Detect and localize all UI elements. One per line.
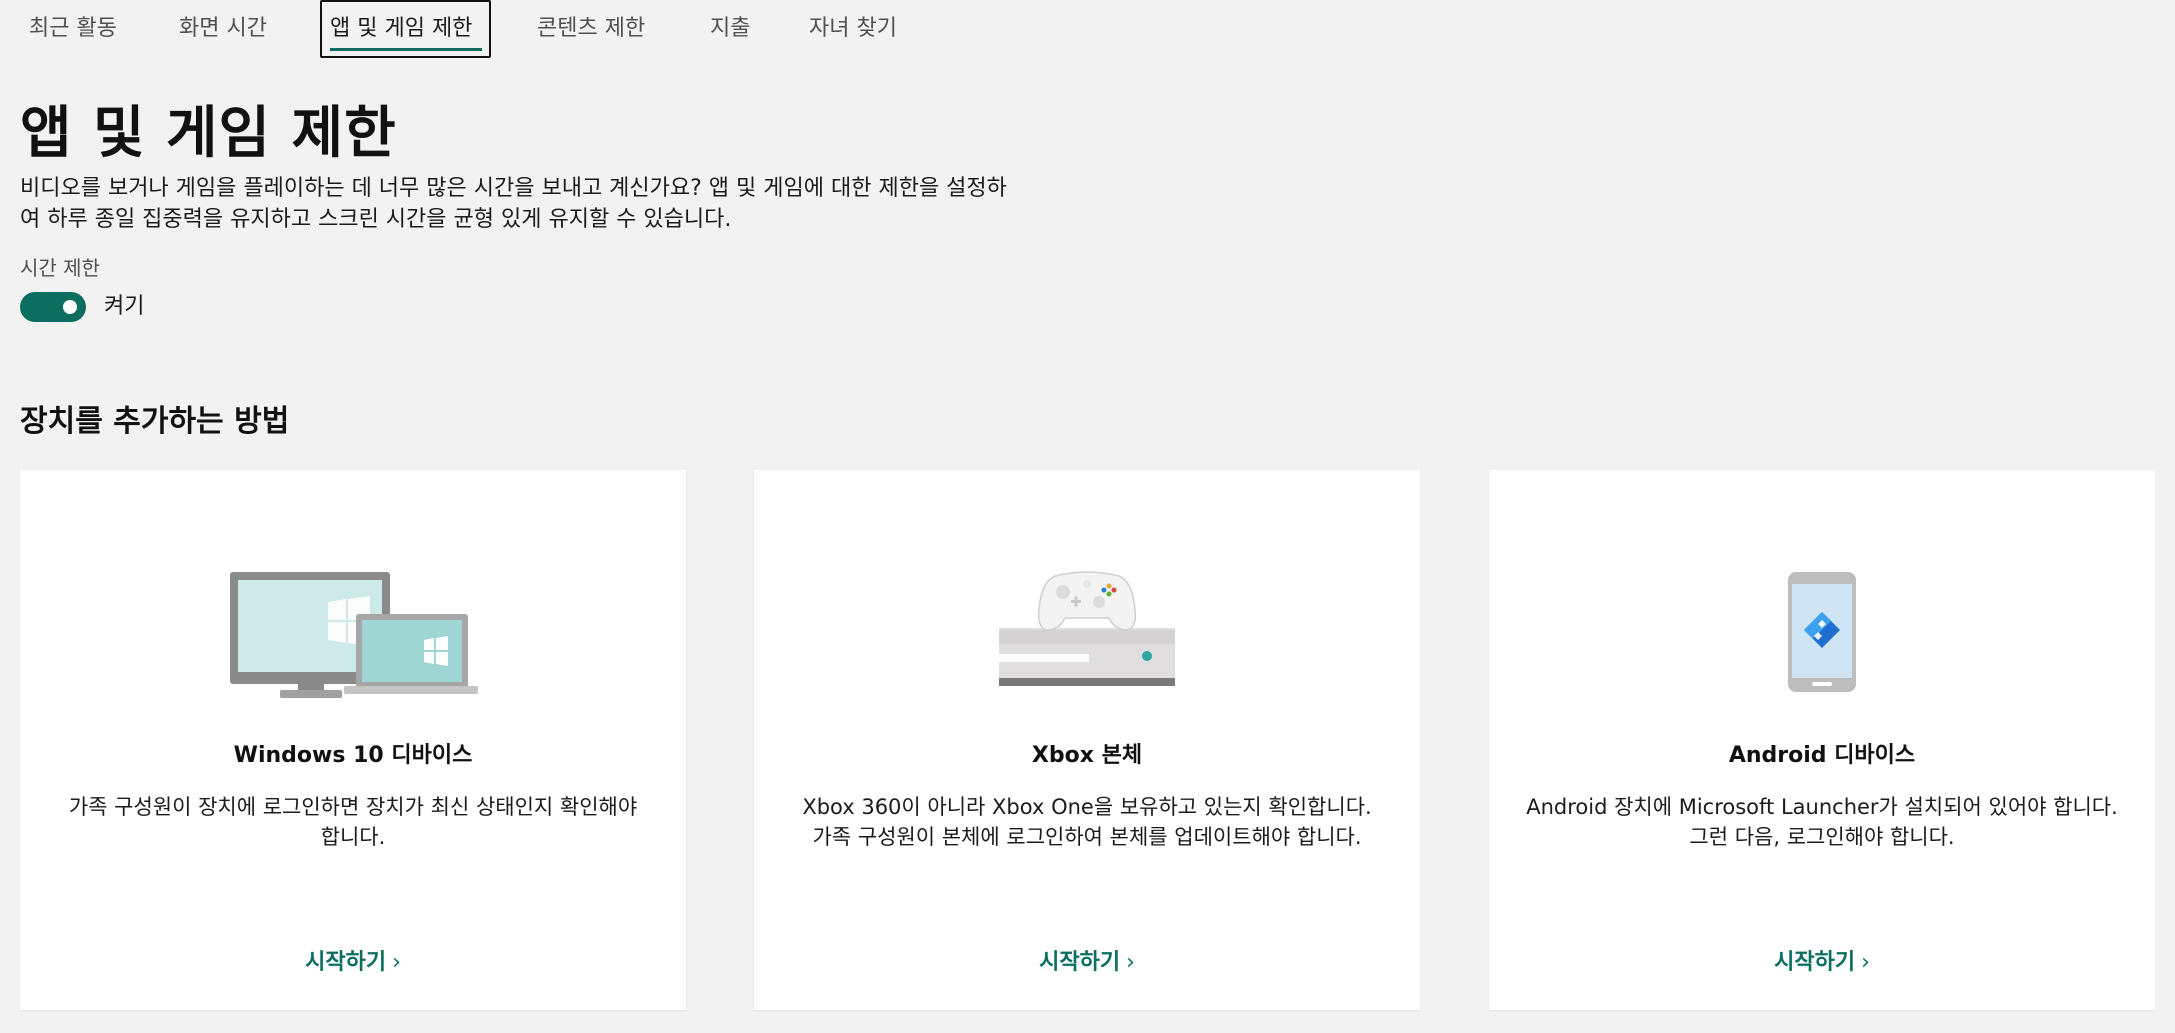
time-limit-label: 시간 제한: [20, 256, 100, 280]
android-phone-illustration-wrap: [1489, 570, 2155, 700]
android-phone-illustration: [1788, 572, 1856, 692]
card-windows-description: 가족 구성원이 장치에 로그인하면 장치가 최신 상태인지 확인해야 합니다.: [68, 795, 638, 849]
card-windows-link-label: 시작하기: [305, 950, 387, 975]
card-xbox-link-label: 시작하기: [1039, 950, 1121, 975]
card-xbox-start-link[interactable]: 시작하기 ›: [754, 944, 1420, 976]
card-xbox-description: Xbox 360이 아니라 Xbox One을 보유하고 있는지 확인합니다. …: [802, 795, 1372, 849]
windows-devices-illustration-wrap: [20, 570, 686, 700]
tab-spending[interactable]: 지출: [710, 10, 750, 42]
active-tab-indicator: [330, 48, 482, 51]
card-windows-start-link[interactable]: 시작하기 ›: [20, 944, 686, 976]
card-windows: Windows 10 디바이스 가족 구성원이 장치에 로그인하면 장치가 최신…: [20, 470, 686, 1010]
time-limit-toggle[interactable]: [20, 292, 86, 322]
windows-devices-illustration: [230, 572, 478, 698]
tab-content-filters[interactable]: 콘텐츠 제한: [537, 10, 645, 42]
card-android-start-link[interactable]: 시작하기 ›: [1489, 944, 2155, 976]
chevron-right-icon: ›: [1861, 950, 1870, 975]
card-android-title: Android 디바이스: [1728, 743, 1916, 768]
card-windows-title: Windows 10 디바이스: [233, 743, 473, 768]
tab-find-child[interactable]: 자녀 찾기: [809, 10, 897, 42]
chevron-right-icon: ›: [1126, 950, 1135, 975]
xbox-console-illustration-wrap: [754, 570, 1420, 700]
chevron-right-icon: ›: [392, 950, 401, 975]
tab-recent-activity[interactable]: 최근 활동: [29, 10, 117, 42]
page-title: 앱 및 게임 제한: [20, 101, 397, 166]
card-android: Android 디바이스 Android 장치에 Microsoft Launc…: [1489, 470, 2155, 1010]
tab-app-game-limits[interactable]: 앱 및 게임 제한: [330, 10, 472, 42]
page-description: 비디오를 보거나 게임을 플레이하는 데 너무 많은 시간을 보내고 계신가요?…: [20, 176, 1007, 232]
toggle-state-label: 켜기: [104, 294, 145, 319]
section-title: 장치를 추가하는 방법: [20, 404, 290, 439]
xbox-console-illustration: [999, 571, 1175, 686]
card-xbox-title: Xbox 본체: [1031, 743, 1143, 768]
card-android-description: Android 장치에 Microsoft Launcher가 설치되어 있어야…: [1526, 795, 2118, 849]
card-xbox: Xbox 본체 Xbox 360이 아니라 Xbox One을 보유하고 있는지…: [754, 470, 1420, 1010]
card-android-link-label: 시작하기: [1774, 950, 1856, 975]
toggle-knob: [63, 300, 77, 314]
tab-screen-time[interactable]: 화면 시간: [179, 10, 267, 42]
